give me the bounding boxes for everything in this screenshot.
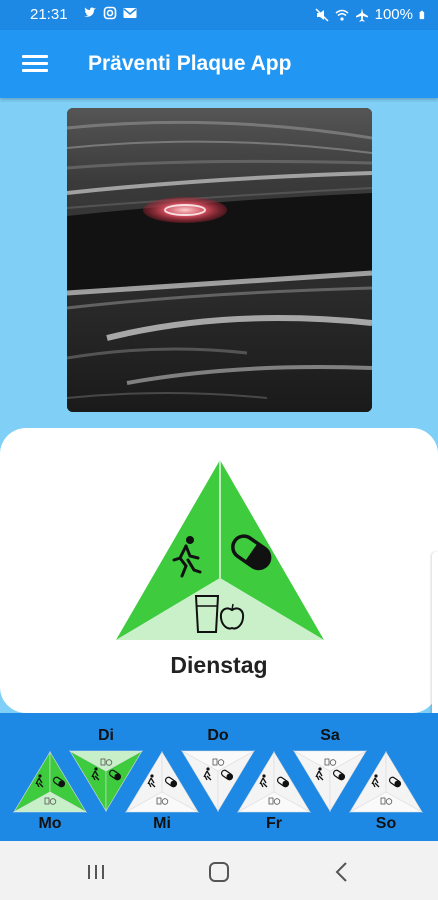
day-label-sa: Sa: [320, 727, 340, 744]
day-label: Dienstag: [170, 652, 268, 678]
day-label-di: Di: [98, 727, 114, 744]
day-label-do: Do: [207, 727, 229, 744]
airplane-icon: [355, 8, 368, 22]
ultrasound-image: [67, 108, 372, 412]
app-title: Präventi Plaque App: [88, 52, 292, 75]
day-label-fr: Fr: [266, 815, 282, 832]
system-icons: 100%: [315, 6, 428, 23]
mute-icon: [315, 7, 329, 22]
mail-icon: [123, 8, 137, 18]
battery-icon: [419, 10, 425, 19]
instagram-icon: [103, 6, 117, 20]
twitter-icon: [84, 7, 96, 17]
day-pyramid[interactable]: [114, 458, 326, 642]
wifi-icon: [335, 9, 349, 21]
battery-percent: 100%: [374, 6, 413, 23]
status-time: 21:31: [30, 6, 68, 23]
day-label-mo: Mo: [38, 815, 62, 832]
home-button[interactable]: [199, 857, 239, 887]
recent-apps-button[interactable]: [76, 857, 116, 887]
notification-icons: [83, 6, 137, 20]
week-bar: Mo Di Mi Do Fr Sa So: [0, 713, 438, 841]
app-bar: Präventi Plaque App: [0, 30, 438, 98]
system-nav-bar: [0, 841, 438, 900]
day-label-so: So: [375, 815, 397, 832]
day-pyramid-so[interactable]: [348, 750, 424, 814]
plaque-highlight: [143, 197, 227, 223]
day-label-mi: Mi: [153, 815, 171, 832]
status-bar: 21:31 100%: [0, 0, 438, 30]
menu-icon[interactable]: [22, 52, 48, 74]
back-button[interactable]: [322, 857, 362, 887]
next-card-edge[interactable]: [432, 552, 438, 722]
